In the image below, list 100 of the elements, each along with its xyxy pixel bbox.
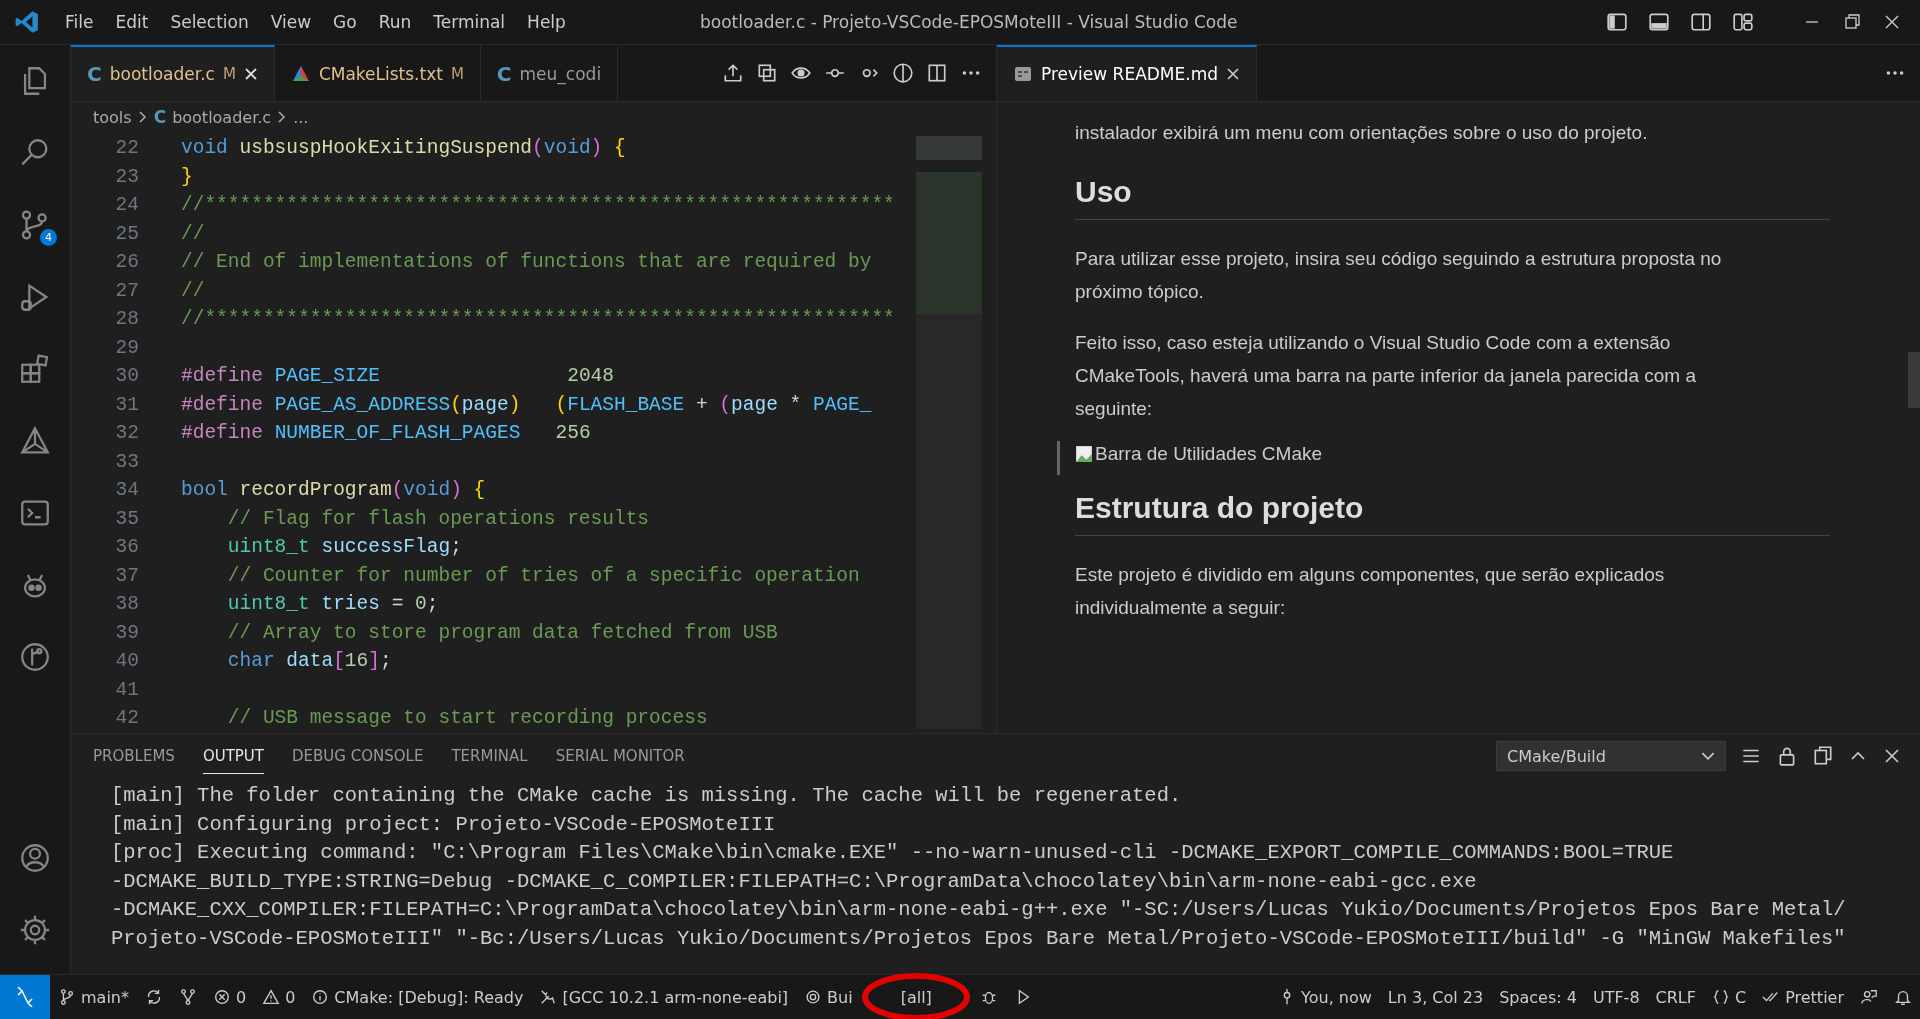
remote-button[interactable] bbox=[0, 975, 50, 1019]
editor-tab[interactable]: CMakeLists.txt M bbox=[274, 45, 481, 101]
line-number: 24 bbox=[114, 194, 140, 217]
copy-icon[interactable] bbox=[756, 62, 778, 84]
chevron-down-icon bbox=[1701, 751, 1715, 761]
breadcrumb-item[interactable]: ... bbox=[293, 107, 309, 127]
status-item[interactable]: Prettier bbox=[1785, 987, 1844, 1007]
line-number: 32 bbox=[114, 422, 140, 445]
line-number: 39 bbox=[114, 621, 140, 644]
active-line-marker bbox=[1057, 441, 1060, 475]
restore-icon[interactable] bbox=[1842, 12, 1862, 32]
output-line: -DCMAKE_CXX_COMPILER:FILEPATH=C:\ProgramData\chocolatey\bin\arm-none-eabi-g++.exe "-SC:/Users/Lucas Yukio/Documents/Projetos Epos Bare Metal/ bbox=[111, 897, 1847, 923]
code-line: void usbsuspHookExitingSuspend(void) { bbox=[181, 137, 626, 160]
layout-icon[interactable] bbox=[1732, 11, 1754, 33]
error-icon bbox=[213, 988, 231, 1006]
status-item[interactable]: CMake: [Debug]: Ready bbox=[334, 987, 524, 1007]
preview-icon bbox=[1013, 64, 1033, 84]
upload-icon[interactable] bbox=[722, 62, 744, 84]
line-number: 37 bbox=[114, 564, 140, 587]
close-icon[interactable] bbox=[243, 67, 258, 81]
info-icon bbox=[311, 988, 330, 1006]
compare-icon[interactable] bbox=[892, 62, 914, 84]
breadcrumb-item[interactable]: tools bbox=[93, 107, 132, 127]
status-item[interactable]: C bbox=[1734, 987, 1747, 1007]
line-number: 34 bbox=[114, 479, 140, 502]
line-number: 42 bbox=[114, 707, 140, 730]
code-line: // bbox=[181, 279, 205, 302]
status-item[interactable]: UTF-8 bbox=[1592, 987, 1640, 1007]
menu-item[interactable]: Terminal bbox=[422, 12, 517, 32]
sync-icon[interactable] bbox=[145, 988, 163, 1006]
status-item[interactable]: main* bbox=[81, 987, 129, 1007]
scrollbar[interactable] bbox=[1908, 352, 1920, 408]
output-line: Projeto-VSCode-EPOSMoteIII" "-Bc:/Users/Lucas Yukio/Documents/Projetos Epos Bare Metal/Projeto-VSCode-EPOSMoteIII/build" -G "MinGW Makefiles" bbox=[111, 925, 1847, 952]
output-line: -DCMAKE_BUILD_TYPE:STRING=Debug -DCMAKE_C_COMPILER:FILEPATH=C:\ProgramData\chocolatey\bin\arm-none-eabi-gcc.exe bbox=[111, 868, 1478, 895]
copy-icon[interactable] bbox=[1812, 745, 1834, 767]
code-line: // bbox=[181, 222, 205, 245]
account-icon[interactable] bbox=[18, 841, 52, 875]
close-icon[interactable] bbox=[1226, 67, 1240, 81]
status-item[interactable]: 0 bbox=[285, 987, 296, 1007]
chevron-icon bbox=[277, 110, 288, 124]
paragraph: Feito isso, caso esteja utilizando o Visual Studio Code com a extensão CMakeTools, haverá uma barra na parte inferior da janela parecida com a seguinte: bbox=[1075, 331, 1697, 421]
output-line: [proc] Executing command: "C:\Program Files\CMake\bin\cmake.EXE" --no-warn-unused-cli -DCMAKE_EXPORT_COMPILE_COMMANDS:BOOL=TRUE bbox=[111, 840, 1675, 866]
panel-tab[interactable]: OUTPUT bbox=[202, 738, 264, 774]
panel-toggle-icon[interactable] bbox=[1648, 11, 1670, 33]
line-number: 33 bbox=[114, 450, 140, 473]
window-title: bootloader.c - Projeto-VSCode-EPOSMoteIII - Visual Studio Code bbox=[700, 12, 1238, 32]
editor-tab[interactable]: C meu_codi bbox=[480, 45, 619, 101]
line-number: 28 bbox=[114, 308, 140, 331]
section-heading: Uso bbox=[1075, 175, 1830, 220]
line-number: 38 bbox=[114, 593, 140, 616]
breadcrumb-item[interactable]: bootloader.c bbox=[172, 107, 272, 127]
code-line: // USB message to start recording process bbox=[226, 707, 708, 730]
line-number: 35 bbox=[114, 507, 140, 530]
line-number: 40 bbox=[114, 650, 140, 673]
line-number: 27 bbox=[114, 279, 140, 302]
split-editor-icon[interactable] bbox=[926, 62, 948, 84]
menu-item[interactable]: Run bbox=[367, 12, 423, 32]
line-number: 26 bbox=[114, 251, 140, 274]
fork-icon[interactable] bbox=[179, 988, 197, 1006]
menu-item[interactable]: Selection bbox=[159, 12, 260, 32]
editor-tab[interactable]: C bootloader.c M bbox=[71, 45, 275, 101]
panel-tab[interactable]: PROBLEMS bbox=[93, 738, 175, 774]
menu-item[interactable]: Help bbox=[516, 12, 577, 32]
paragraph: Para utilizar esse projeto, insira seu código seguindo a estrutura proposta no próximo tópico. bbox=[1075, 247, 1723, 304]
status-item[interactable]: Spaces: 4 bbox=[1499, 987, 1577, 1007]
settings-icon[interactable] bbox=[18, 913, 52, 947]
status-item[interactable]: Bui bbox=[827, 987, 853, 1007]
panel-tab[interactable]: TERMINAL bbox=[451, 738, 528, 774]
status-item[interactable]: [GCC 10.2.1 arm-none-eabi] bbox=[562, 987, 789, 1007]
code-line: // End of implementations of functions that are required by bbox=[181, 251, 872, 274]
split-layout-icon[interactable] bbox=[1690, 11, 1712, 33]
status-item[interactable]: Ln 3, Col 23 bbox=[1387, 987, 1484, 1007]
line-number: 22 bbox=[114, 137, 140, 160]
code-line: #define NUMBER_OF_FLASH_PAGES 256 bbox=[181, 422, 591, 445]
menu-item[interactable]: Go bbox=[322, 12, 368, 32]
vscode-logo-icon bbox=[14, 9, 40, 35]
status-item[interactable]: You, now bbox=[1301, 987, 1372, 1007]
panel-tab[interactable]: DEBUG CONSOLE bbox=[292, 738, 424, 774]
status-item[interactable]: [all] bbox=[900, 987, 932, 1007]
braces-icon bbox=[1711, 988, 1730, 1006]
output-line: [main] Configuring project: Projeto-VSCode-EPOSMoteIII bbox=[111, 811, 777, 838]
sidebar-toggle-icon[interactable] bbox=[1606, 11, 1628, 33]
status-item[interactable]: 0 bbox=[236, 987, 247, 1007]
image-alt-text: Barra de Utilidades CMake bbox=[1095, 443, 1323, 465]
paragraph: instalador exibirá um menu com orientações sobre o uso do projeto. bbox=[1075, 121, 1649, 145]
menu-item[interactable]: File bbox=[54, 12, 105, 32]
menu-item[interactable]: View bbox=[259, 12, 323, 32]
code-line: //*********************************************************** bbox=[181, 194, 895, 217]
code-line: uint8_t successFlag; bbox=[226, 536, 462, 559]
menu-item[interactable]: Edit bbox=[104, 12, 160, 32]
line-number: 36 bbox=[114, 536, 140, 559]
preview-tab[interactable]: Preview README.md bbox=[997, 45, 1257, 101]
bell-icon[interactable] bbox=[1894, 988, 1912, 1006]
status-item[interactable]: CRLF bbox=[1655, 987, 1696, 1007]
c-file-icon: C bbox=[153, 107, 167, 127]
output-channel-dropdown[interactable]: CMake/Build bbox=[1496, 741, 1726, 771]
line-number: 30 bbox=[114, 365, 140, 388]
section-heading: Estrutura do projeto bbox=[1075, 491, 1830, 536]
panel-tab[interactable]: SERIAL MONITOR bbox=[555, 738, 685, 774]
feedback-icon[interactable] bbox=[1860, 988, 1878, 1006]
